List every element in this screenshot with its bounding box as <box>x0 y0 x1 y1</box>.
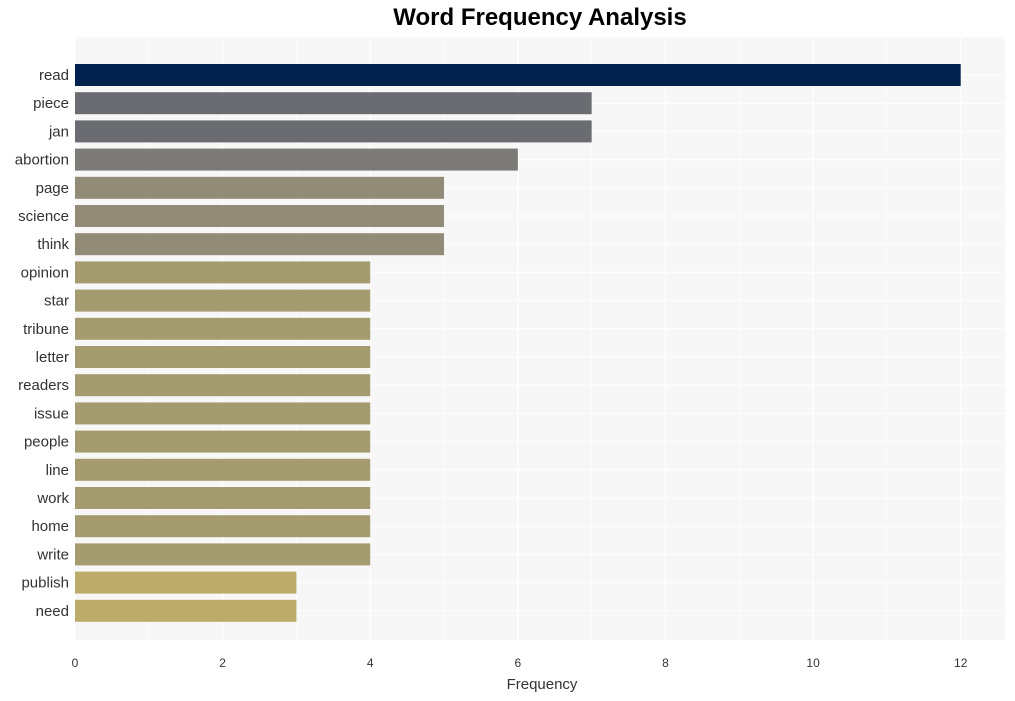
y-tick-label: people <box>24 434 69 451</box>
bar-science <box>75 205 445 227</box>
bar-abortion <box>75 148 518 171</box>
y-tick-label: opinion <box>21 264 69 281</box>
bar-jan <box>75 120 592 143</box>
x-tick-label: 6 <box>515 656 522 670</box>
x-tick-label: 8 <box>662 656 669 670</box>
bar-letter <box>75 346 371 368</box>
x-axis-label: Frequency <box>507 676 578 693</box>
y-tick-label: issue <box>34 405 69 422</box>
y-axis-labels: read piece jan abortion page science think opin… <box>15 67 70 620</box>
y-tick-label: letter <box>36 349 69 366</box>
bar-work <box>75 487 371 509</box>
y-tick-label: read <box>39 67 69 84</box>
y-tick-label: star <box>44 293 69 310</box>
bar-issue <box>75 402 371 425</box>
x-tick-label: 4 <box>367 656 374 670</box>
y-tick-label: write <box>36 546 69 563</box>
x-tick-label: 2 <box>219 656 226 670</box>
y-tick-label: tribune <box>23 321 69 338</box>
bar-line <box>75 458 371 481</box>
y-tick-label: jan <box>48 123 69 140</box>
y-tick-label: piece <box>33 95 69 112</box>
y-tick-label: line <box>46 462 69 479</box>
x-tick-label: 10 <box>806 656 820 670</box>
x-axis-ticks: 0 2 4 6 8 10 12 <box>72 656 968 670</box>
y-tick-label: need <box>36 603 69 620</box>
x-tick-label: 12 <box>954 656 968 670</box>
y-tick-label: think <box>37 236 69 253</box>
bar-opinion <box>75 261 371 284</box>
y-tick-label: page <box>36 180 69 197</box>
y-tick-label: home <box>31 518 69 535</box>
bar-read <box>75 64 961 86</box>
bar-star <box>75 289 371 312</box>
y-tick-label: science <box>18 208 69 225</box>
x-tick-label: 0 <box>72 656 79 670</box>
bar-readers <box>75 374 371 397</box>
bar-need <box>75 599 297 622</box>
bar-publish <box>75 571 297 594</box>
bar-write <box>75 543 371 566</box>
y-tick-label: abortion <box>15 152 69 169</box>
bar-think <box>75 233 445 256</box>
y-tick-label: readers <box>18 377 69 394</box>
bar-people <box>75 430 371 453</box>
bar-tribune <box>75 317 371 340</box>
bar-page <box>75 176 445 199</box>
bar-piece <box>75 92 592 115</box>
y-tick-label: work <box>36 490 69 507</box>
y-tick-label: publish <box>21 575 69 592</box>
bar-chart: read piece jan abortion page science think opin… <box>15 37 1005 693</box>
bar-home <box>75 515 371 538</box>
